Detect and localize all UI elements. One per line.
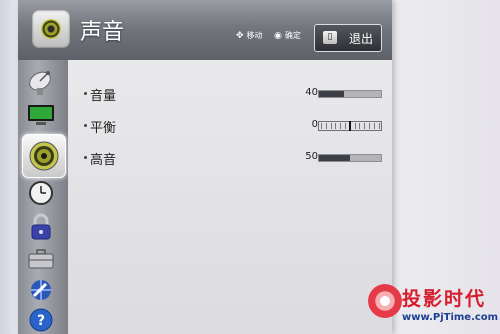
balance-tick [369, 123, 370, 129]
balance-tick [330, 123, 332, 129]
balance-tick [364, 123, 366, 129]
setting-row-volume[interactable]: 音量 40 [68, 84, 392, 104]
bullet [84, 156, 87, 159]
settings-panel: 音量 40 平衡 0 高音 50 [68, 60, 392, 334]
tv-menu-window: 声音 ✥ 移动 ◉ 确定 ▯ 退出 ? 音量 40 平衡 0 高音 50 [18, 0, 392, 334]
bullet [84, 92, 87, 95]
ok-icon: ◉ [274, 31, 282, 41]
balance-tick [345, 123, 346, 129]
balance-tick [373, 123, 375, 129]
sidebar: ? [18, 60, 68, 334]
setting-row-balance[interactable]: 平衡 0 [68, 116, 392, 136]
watermark-title: 投影时代 [402, 288, 487, 310]
sidebar-item-picture[interactable] [24, 98, 58, 132]
setting-label-treble: 高音 [90, 153, 117, 168]
volume-slider-fill [319, 91, 344, 97]
volume-slider[interactable] [318, 90, 382, 98]
treble-slider-fill [319, 155, 350, 161]
balance-slider-marker [349, 121, 351, 131]
sidebar-item-option[interactable] [24, 242, 58, 276]
sidebar-item-lock[interactable] [24, 210, 58, 244]
logo-mark-icon [368, 284, 402, 318]
setting-label-volume: 音量 [90, 89, 117, 104]
sidebar-item-time[interactable] [24, 178, 58, 212]
setting-value-volume: 40 [305, 87, 318, 98]
bullet [84, 124, 87, 127]
watermark-url: www.PjTime.com [402, 312, 499, 323]
dpad-icon: ✥ [236, 31, 244, 41]
satellite-dish-icon [29, 71, 51, 95]
sidebar-item-sound[interactable] [22, 134, 66, 178]
monitor-icon [28, 105, 54, 125]
hint-ok: ◉ 确定 [274, 31, 301, 41]
page-title: 声音 [80, 20, 125, 45]
setting-value-treble: 50 [305, 151, 318, 162]
svg-text:?: ? [37, 313, 45, 329]
network-icon [31, 280, 51, 300]
balance-tick [378, 123, 380, 129]
setting-label-balance: 平衡 [90, 121, 117, 136]
exit-key-icon: ▯ [323, 31, 337, 44]
treble-slider[interactable] [318, 154, 382, 162]
speaker-icon [32, 10, 70, 48]
balance-tick [321, 123, 322, 129]
sidebar-item-channel[interactable] [24, 66, 58, 100]
sidebar-item-network[interactable] [24, 274, 58, 308]
help-icon: ? [29, 308, 53, 332]
balance-tick [335, 123, 337, 129]
balance-tick [325, 123, 327, 129]
watermark-logo: 投影时代 www.PjTime.com [368, 282, 500, 334]
exit-button[interactable]: ▯ 退出 [314, 24, 382, 52]
menu-header: 声音 ✥ 移动 ◉ 确定 ▯ 退出 [18, 0, 392, 61]
exit-label: 退出 [349, 32, 374, 46]
clock-icon [29, 181, 53, 205]
balance-tick [354, 123, 356, 129]
balance-slider[interactable] [318, 121, 382, 131]
briefcase-icon [28, 249, 54, 269]
balance-tick [340, 123, 342, 129]
balance-tick [359, 123, 361, 129]
hint-move: ✥ 移动 [236, 31, 263, 41]
sidebar-item-help[interactable]: ? [24, 304, 58, 334]
speaker-icon [29, 141, 59, 171]
setting-row-treble[interactable]: 高音 50 [68, 148, 392, 168]
lock-icon [31, 213, 51, 240]
